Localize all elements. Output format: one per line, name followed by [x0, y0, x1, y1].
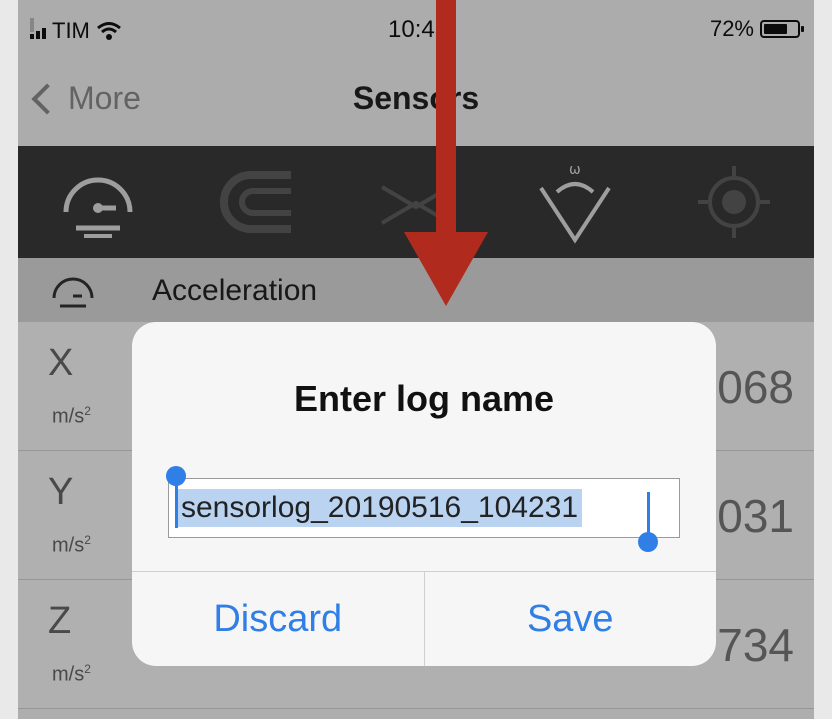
- discard-button[interactable]: Discard: [132, 572, 424, 666]
- selection-start-handle[interactable]: [166, 466, 186, 486]
- selection-start-handle-line: [175, 482, 178, 528]
- dialog-title: Enter log name: [293, 378, 555, 419]
- dialog-button-row: Discard Save: [132, 571, 716, 666]
- phone-screen: TIM 10:43 72% More Sensors ω Acceleratio…: [18, 0, 814, 719]
- selection-end-handle[interactable]: [638, 532, 658, 552]
- annotation-arrow-icon: [404, 0, 488, 306]
- save-button[interactable]: Save: [423, 572, 717, 666]
- log-name-input[interactable]: sensorlog_20190516_104231: [168, 478, 680, 538]
- enter-log-name-dialog: Enter log name sensorlog_20190516_104231…: [132, 322, 716, 666]
- selected-text: sensorlog_20190516_104231: [177, 489, 583, 527]
